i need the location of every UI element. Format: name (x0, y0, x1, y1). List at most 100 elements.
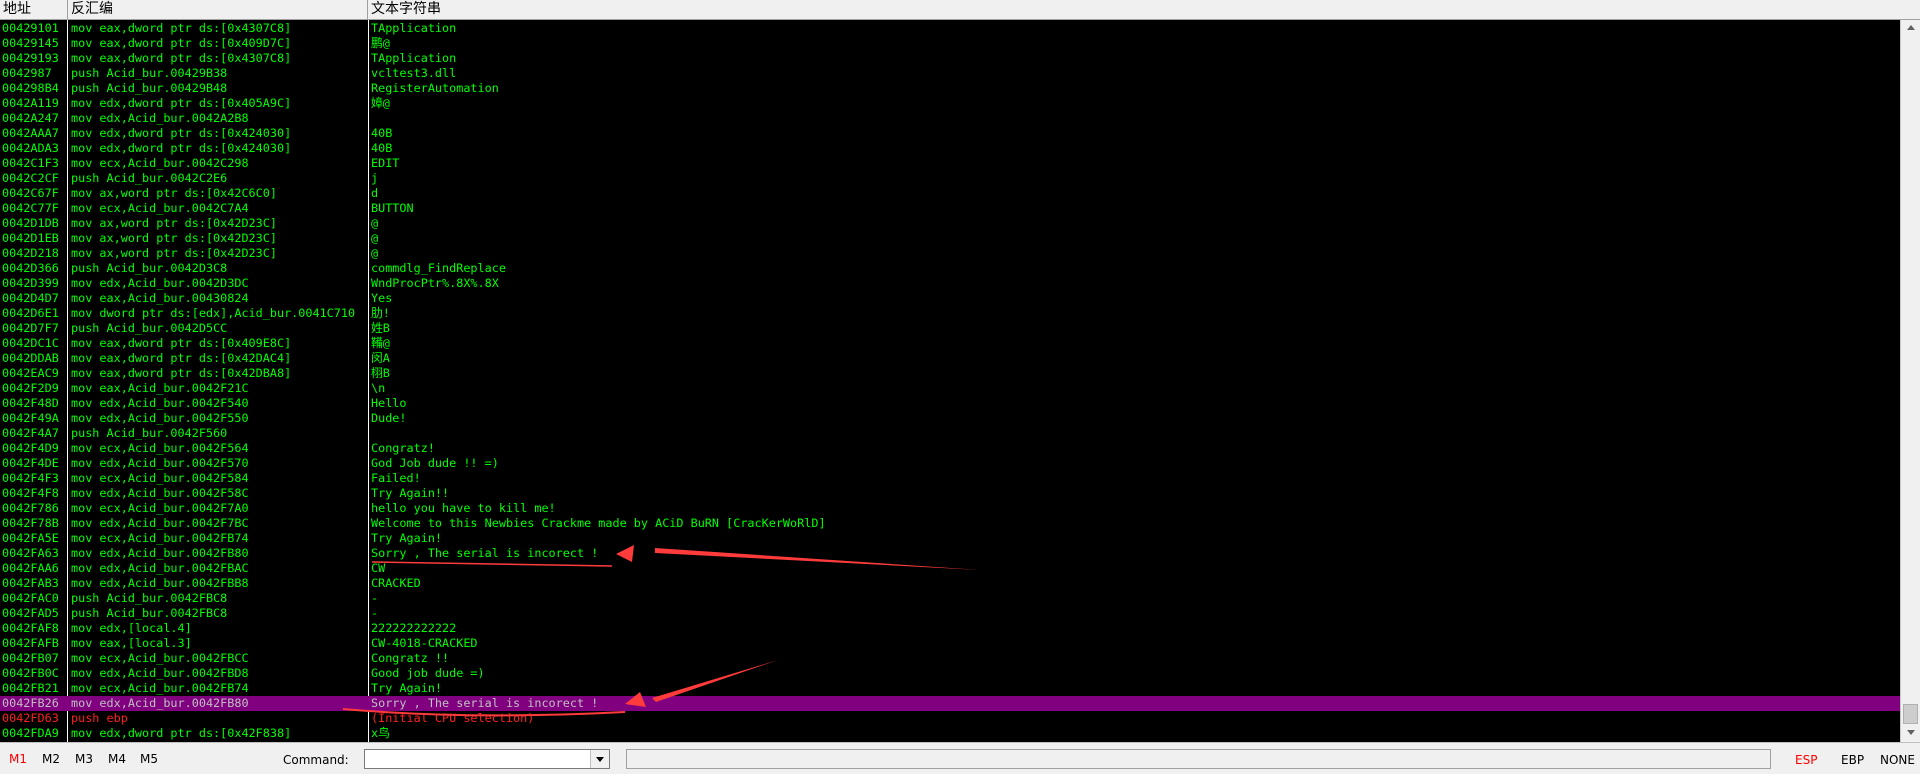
column-header-disassembly[interactable]: 反汇编 (68, 0, 368, 19)
string-reference-row[interactable]: 0042C67F mov ax,word ptr ds:[0x42C6C0] d (0, 186, 1900, 201)
vertical-scrollbar[interactable] (1900, 20, 1920, 742)
row-text-string: Sorry , The serial is incorect ! (371, 696, 599, 710)
string-reference-row[interactable]: 0042D218 mov ax,word ptr ds:[0x42D23C] @ (0, 246, 1900, 261)
string-reference-row[interactable]: 0042D4D7 mov eax,Acid_bur.00430824 Yes (0, 291, 1900, 306)
string-reference-row[interactable]: 0042D6E1 mov dword ptr ds:[edx],Acid_bur.… (0, 306, 1900, 321)
row-address: 0042FAA6 (2, 561, 59, 575)
string-reference-row[interactable]: 0042F4DE mov edx,Acid_bur.0042F570 God Job… (0, 456, 1900, 471)
string-reference-row[interactable]: 0042DDAB mov eax,dword ptr ds:[0x42DAC4] 闵… (0, 351, 1900, 366)
row-address: 0042F4A7 (2, 426, 59, 440)
string-reference-row[interactable]: 0042F49A mov edx,Acid_bur.0042F550 Dude! (0, 411, 1900, 426)
row-text-string: d (371, 186, 379, 200)
command-dropdown-button[interactable] (590, 750, 609, 768)
mark-button-m3[interactable]: M3 (75, 752, 93, 766)
row-text-string: Sorry , The serial is incorect ! (371, 546, 599, 560)
row-address: 00429193 (2, 51, 59, 65)
row-disassembly: push Acid_bur.0042C2E6 (71, 171, 228, 185)
row-text-string: hello you have to kill me! (371, 501, 556, 515)
string-reference-row[interactable]: 0042F4F8 mov edx,Acid_bur.0042F58C Try Aga… (0, 486, 1900, 501)
row-disassembly: mov edx,Acid_bur.0042D3DC (71, 276, 249, 290)
row-text-string: Try Again! (371, 681, 443, 695)
string-reference-row[interactable]: 0042D1DB mov ax,word ptr ds:[0x42D23C] @ (0, 216, 1900, 231)
string-reference-row[interactable]: 0042F786 mov ecx,Acid_bur.0042F7A0 hello y… (0, 501, 1900, 516)
row-disassembly: mov edx,dword ptr ds:[0x42F838] (71, 726, 292, 740)
string-reference-row[interactable]: 0042FB21 mov ecx,Acid_bur.0042FB74 Try Aga… (0, 681, 1900, 696)
row-address: 0042FAD5 (2, 606, 59, 620)
string-reference-row[interactable]: 0042EAC9 mov eax,dword ptr ds:[0x42DBA8] 栩… (0, 366, 1900, 381)
row-address: 0042FB26 (2, 696, 59, 710)
string-reference-row[interactable]: 004298B4 push Acid_bur.00429B48 RegisterAu… (0, 81, 1900, 96)
string-reference-row[interactable]: 0042F78B mov edx,Acid_bur.0042F7BC Welcome… (0, 516, 1900, 531)
string-references-list[interactable]: 00429101 mov eax,dword ptr ds:[0x4307C8] T… (0, 20, 1900, 742)
scroll-up-arrow-icon[interactable] (1901, 20, 1920, 37)
command-input[interactable] (365, 750, 595, 768)
row-disassembly: push Acid_bur.0042F560 (71, 426, 228, 440)
string-reference-row[interactable]: 0042FAFB mov eax,[local.3] CW-4018-CRACKED (0, 636, 1900, 651)
mark-button-m4[interactable]: M4 (108, 752, 126, 766)
row-address: 00429145 (2, 36, 59, 50)
string-reference-row[interactable]: 0042FB07 mov ecx,Acid_bur.0042FBCC Congrat… (0, 651, 1900, 666)
string-reference-row[interactable]: 0042FA5E mov ecx,Acid_bur.0042FB74 Try Aga… (0, 531, 1900, 546)
string-reference-row[interactable]: 0042A247 mov edx,Acid_bur.0042A2B8 (0, 111, 1900, 126)
row-text-string: CW (371, 561, 386, 575)
string-reference-row[interactable]: 0042F4A7 push Acid_bur.0042F560 (0, 426, 1900, 441)
string-reference-row[interactable]: 0042ADA3 mov edx,dword ptr ds:[0x424030] 4… (0, 141, 1900, 156)
mark-button-m5[interactable]: M5 (140, 752, 158, 766)
row-disassembly: mov eax,dword ptr ds:[0x42DBA8] (71, 366, 292, 380)
string-reference-row[interactable]: 00429101 mov eax,dword ptr ds:[0x4307C8] T… (0, 21, 1900, 36)
row-address: 00429101 (2, 21, 59, 35)
scroll-down-arrow-icon[interactable] (1901, 725, 1920, 742)
selected-row[interactable]: 0042FB26 mov edx,Acid_bur.0042FB80 Sorry ,… (0, 696, 1900, 711)
string-reference-row[interactable]: 0042FA63 mov edx,Acid_bur.0042FB80 Sorry ,… (0, 546, 1900, 561)
string-reference-row[interactable]: 0042FAD5 push Acid_bur.0042FBC8 - (0, 606, 1900, 621)
row-text-string: @ (371, 246, 379, 260)
string-reference-row[interactable]: 0042F4D9 mov ecx,Acid_bur.0042F564 Congrat… (0, 441, 1900, 456)
string-reference-row[interactable]: 0042AAA7 mov edx,dword ptr ds:[0x424030] 4… (0, 126, 1900, 141)
string-reference-row[interactable]: 0042F4F3 mov ecx,Acid_bur.0042F584 Failed! (0, 471, 1900, 486)
string-reference-row[interactable]: 0042DC1C mov eax,dword ptr ds:[0x409E8C] 鞴… (0, 336, 1900, 351)
row-address: 0042A247 (2, 111, 59, 125)
scrollbar-thumb[interactable] (1903, 704, 1918, 724)
row-address: 0042F78B (2, 516, 59, 530)
string-reference-row[interactable]: 0042D399 mov edx,Acid_bur.0042D3DC WndProc… (0, 276, 1900, 291)
column-header-address[interactable]: 地址 (0, 0, 68, 19)
string-reference-row[interactable]: 0042F2D9 mov eax,Acid_bur.0042F21C \n (0, 381, 1900, 396)
string-reference-row[interactable]: 0042D7F7 push Acid_bur.0042D5CC 姓B (0, 321, 1900, 336)
row-disassembly: mov eax,dword ptr ds:[0x409D7C] (71, 36, 292, 50)
column-header-text-string[interactable]: 文本字符串 (368, 0, 1900, 19)
string-reference-row[interactable]: 0042987 push Acid_bur.00429B38 vcltest3.dl… (0, 66, 1900, 81)
string-reference-row[interactable]: 0042FB0C mov edx,Acid_bur.0042FBD8 Good jo… (0, 666, 1900, 681)
string-reference-row[interactable]: 0042FD63 push ebp (Initial CPU selection) (0, 711, 1900, 726)
register-button-esp[interactable]: ESP (1795, 753, 1817, 767)
row-disassembly: mov eax,Acid_bur.00430824 (71, 291, 249, 305)
string-reference-row[interactable]: 0042FAF8 mov edx,[local.4] 222222222222 (0, 621, 1900, 636)
string-reference-row[interactable]: 0042F48D mov edx,Acid_bur.0042F540 Hello (0, 396, 1900, 411)
string-reference-row[interactable]: 0042FAB3 mov edx,Acid_bur.0042FBB8 CRACKED (0, 576, 1900, 591)
row-disassembly: mov edx,Acid_bur.0042F58C (71, 486, 249, 500)
mark-button-m2[interactable]: M2 (42, 752, 60, 766)
row-address: 0042FB07 (2, 651, 59, 665)
row-address: 0042F2D9 (2, 381, 59, 395)
string-reference-row[interactable]: 0042A119 mov edx,dword ptr ds:[0x405A9C] 嫜… (0, 96, 1900, 111)
register-button-ebp[interactable]: EBP (1841, 753, 1864, 767)
string-reference-row[interactable]: 0042C2CF push Acid_bur.0042C2E6 j (0, 171, 1900, 186)
string-reference-row[interactable]: 0042FAA6 mov edx,Acid_bur.0042FBAC CW (0, 561, 1900, 576)
string-reference-row[interactable]: 00429193 mov eax,dword ptr ds:[0x4307C8] T… (0, 51, 1900, 66)
row-text-string: - (371, 606, 379, 620)
row-text-string: EDIT (371, 156, 400, 170)
string-reference-row[interactable]: 0042D1EB mov ax,word ptr ds:[0x42D23C] @ (0, 231, 1900, 246)
string-reference-row[interactable]: 0042FDA9 mov edx,dword ptr ds:[0x42F838] x… (0, 726, 1900, 741)
row-disassembly: push ebp (71, 711, 128, 725)
register-button-none[interactable]: NONE (1880, 753, 1915, 767)
string-reference-row[interactable]: 0042C1F3 mov ecx,Acid_bur.0042C298 EDIT (0, 156, 1900, 171)
row-text-string: vcltest3.dll (371, 66, 457, 80)
row-text-string: 闵A (371, 351, 390, 365)
string-reference-row[interactable]: 0042D366 push Acid_bur.0042D3C8 commdlg_Fi… (0, 261, 1900, 276)
string-reference-row[interactable]: 00429145 mov eax,dword ptr ds:[0x409D7C] 鹏… (0, 36, 1900, 51)
mark-button-m1[interactable]: M1 (9, 752, 27, 766)
row-disassembly: mov edx,Acid_bur.0042FBD8 (71, 666, 249, 680)
string-reference-row[interactable]: 0042FAC0 push Acid_bur.0042FBC8 - (0, 591, 1900, 606)
command-combobox[interactable] (364, 749, 610, 769)
string-reference-row[interactable]: 0042C77F mov ecx,Acid_bur.0042C7A4 BUTTON (0, 201, 1900, 216)
row-address: 0042DDAB (2, 351, 59, 365)
